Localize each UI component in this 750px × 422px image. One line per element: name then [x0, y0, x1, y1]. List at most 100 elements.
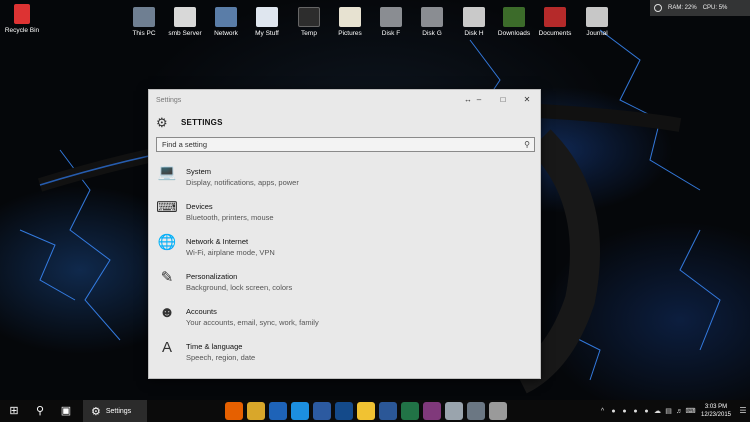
ram-usage: RAM: 22% — [668, 5, 697, 11]
devices-icon: ⌨ — [156, 199, 178, 216]
computer-icon — [133, 7, 155, 27]
onenote-icon[interactable] — [423, 402, 441, 420]
chevron-up-icon[interactable]: ^ — [597, 408, 608, 415]
explorer-icon[interactable] — [357, 402, 375, 420]
desktop-icon-label: This PC — [132, 30, 156, 37]
title-bar[interactable]: Settings ↔ – □ ✕ — [149, 90, 540, 110]
folder-icon — [298, 7, 320, 27]
settings-item-name: Accounts — [186, 307, 217, 316]
taskbar-settings-app[interactable]: ⚙ Settings — [83, 400, 147, 422]
close-button[interactable]: ✕ — [521, 94, 533, 106]
maximize-button[interactable]: □ — [497, 94, 509, 106]
snipping-icon[interactable] — [445, 402, 463, 420]
desktop-icon-label: Disk H — [464, 30, 484, 37]
desktop-icon-label: My Stuff — [255, 30, 279, 37]
settings-item-network[interactable]: 🌐 Network & Internet Wi-Fi, airplane mod… — [156, 235, 319, 270]
paint-icon: ✎ — [160, 269, 174, 286]
settings-item-desc: Your accounts, email, sync, work, family — [186, 318, 319, 327]
settings-window: Settings ↔ – □ ✕ ⚙ SETTINGS Find a setti… — [148, 89, 541, 379]
search-icon[interactable]: ⚲ — [524, 138, 530, 151]
word-icon[interactable] — [379, 402, 397, 420]
volume-icon[interactable]: ♬ — [674, 408, 685, 415]
settings-item-devices[interactable]: ⌨ Devices Bluetooth, printers, mouse — [156, 200, 319, 235]
monitor-icon — [654, 4, 662, 12]
tray-app-icon[interactable]: ● — [641, 408, 652, 415]
taskbar: ⊞ ⚲ ▣ ⚙ Settings ^ ● ● ● ● ☁ ▤ ♬ ⌨ 3:03 … — [0, 400, 750, 422]
settings-header: ⚙ SETTINGS — [149, 110, 540, 135]
desktop-icon-label: Disk G — [422, 30, 442, 37]
recycle-bin-glyph-icon — [14, 4, 30, 24]
gear-icon: ⚙ — [91, 405, 101, 418]
cpu-usage: CPU: 5% — [702, 5, 728, 11]
taskbar-app-label: Settings — [105, 407, 132, 415]
app-icon[interactable] — [313, 402, 331, 420]
ie-icon[interactable] — [269, 402, 287, 420]
settings-item-personalization[interactable]: ✎ Personalization Background, lock scree… — [156, 270, 319, 305]
documents-icon — [544, 7, 566, 27]
tray-app-icon[interactable]: ● — [630, 408, 641, 415]
app-icon-2[interactable] — [335, 402, 353, 420]
person-icon: ☻ — [159, 304, 175, 321]
settings-category-list: 💻 System Display, notifications, apps, p… — [156, 165, 319, 375]
desktop-icon-label: Temp — [301, 30, 317, 37]
downloads-icon — [503, 7, 525, 27]
keyboard-icon[interactable]: ⌨ — [685, 407, 696, 415]
desktop-icon-label: Downloads — [497, 30, 531, 37]
firefox-icon[interactable] — [225, 402, 243, 420]
page-title: SETTINGS — [181, 118, 223, 127]
settings-item-name: Network & Internet — [186, 237, 249, 246]
search-icon[interactable]: ⚲ — [29, 400, 51, 422]
journal-icon — [586, 7, 608, 27]
gear-icon[interactable] — [489, 402, 507, 420]
desktop-icon-journal[interactable]: Journal — [569, 7, 625, 38]
cloud-folder-icon — [256, 7, 278, 27]
clock-date: 12/23/2015 — [700, 412, 732, 418]
settings-item-desc: Bluetooth, printers, mouse — [186, 213, 274, 222]
tray-app-icon[interactable]: ● — [619, 408, 630, 415]
settings-item-desc: Display, notifications, apps, power — [186, 178, 299, 187]
settings-item-desc: Speech, region, date — [186, 353, 256, 362]
laptop-icon: 💻 — [157, 164, 177, 181]
tray-app-icon[interactable]: ● — [608, 408, 619, 415]
desktop-icon-label: Journal — [586, 30, 608, 37]
settings-item-time-language[interactable]: A Time & language Speech, region, date — [156, 340, 319, 375]
recycle-bin-icon[interactable]: Recycle Bin — [0, 4, 50, 35]
network-icon[interactable]: ▤ — [663, 407, 674, 415]
settings-item-name: Personalization — [186, 272, 238, 281]
window-title: Settings — [156, 96, 182, 104]
desktop-icon-label: Disk F — [381, 30, 401, 37]
excel-icon[interactable] — [401, 402, 419, 420]
time-language-icon: A — [161, 339, 172, 356]
start-button[interactable]: ⊞ — [3, 400, 25, 422]
network-icon — [215, 7, 237, 27]
pictures-icon — [339, 7, 361, 27]
globe-icon: 🌐 — [157, 234, 177, 251]
teamviewer-icon[interactable] — [291, 402, 309, 420]
tools-icon[interactable] — [467, 402, 485, 420]
settings-item-name: Devices — [186, 202, 213, 211]
cloud-icon[interactable]: ☁ — [652, 407, 663, 415]
settings-item-accounts[interactable]: ☻ Accounts Your accounts, email, sync, w… — [156, 305, 319, 340]
notifications-icon[interactable]: ☰ — [736, 400, 750, 422]
clock[interactable]: 3:03 PM 12/23/2015 — [696, 403, 736, 419]
recycle-bin-label: Recycle Bin — [4, 27, 40, 34]
desktop-icon-label: Documents — [538, 30, 572, 37]
settings-item-name: Time & language — [186, 342, 243, 351]
desktop-icon-label: Pictures — [338, 30, 362, 37]
system-tray: ^ ● ● ● ● ☁ ▤ ♬ ⌨ 3:03 PM 12/23/2015 ☰ — [597, 400, 750, 422]
settings-item-desc: Background, lock screen, colors — [186, 283, 293, 292]
desktop-icon-label: smb Server — [168, 30, 202, 37]
task-view-icon[interactable]: ▣ — [55, 400, 77, 422]
settings-item-system[interactable]: 💻 System Display, notifications, apps, p… — [156, 165, 319, 200]
drive-icon — [380, 7, 402, 27]
desktop-icon-label: Network — [214, 30, 238, 37]
network-drive-icon — [463, 7, 485, 27]
drive-icon — [421, 7, 443, 27]
settings-item-name: System — [186, 167, 212, 176]
search-input[interactable]: Find a setting ⚲ — [156, 137, 535, 152]
chrome-icon[interactable] — [247, 402, 265, 420]
pinned-apps — [223, 402, 509, 420]
minimize-button[interactable]: – — [473, 94, 485, 106]
server-icon — [174, 7, 196, 27]
clock-time: 3:03 PM — [704, 404, 728, 410]
